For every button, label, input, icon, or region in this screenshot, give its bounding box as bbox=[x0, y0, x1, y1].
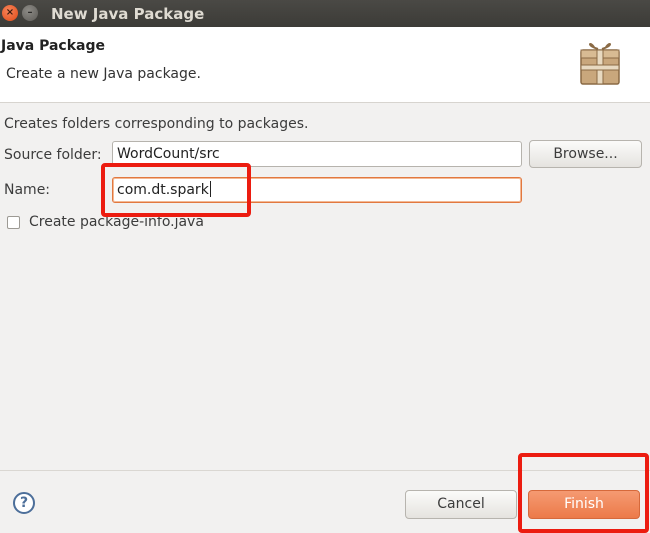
package-info-checkbox[interactable] bbox=[7, 216, 20, 229]
help-icon: ? bbox=[19, 495, 29, 511]
cancel-button[interactable]: Cancel bbox=[405, 490, 517, 519]
browse-button[interactable]: Browse... bbox=[529, 140, 642, 168]
page-description: Create a new Java package. bbox=[6, 66, 201, 82]
text-caret bbox=[209, 181, 211, 197]
finish-button[interactable]: Finish bbox=[528, 490, 640, 519]
source-folder-input[interactable] bbox=[112, 141, 522, 167]
package-icon bbox=[580, 42, 620, 85]
window-title: New Java Package bbox=[51, 5, 205, 23]
package-info-label: Create package-info.java bbox=[29, 214, 204, 230]
footer-divider bbox=[0, 470, 650, 471]
page-title: Java Package bbox=[1, 38, 106, 54]
wizard-header: Java Package Create a new Java package. bbox=[0, 27, 650, 103]
source-folder-label: Source folder: bbox=[4, 147, 102, 163]
help-button[interactable]: ? bbox=[13, 492, 35, 514]
close-window-button[interactable]: × bbox=[2, 5, 18, 21]
name-label: Name: bbox=[4, 182, 51, 198]
content-description: Creates folders corresponding to package… bbox=[4, 116, 309, 132]
minimize-icon: – bbox=[27, 7, 33, 18]
title-bar: × – New Java Package bbox=[0, 0, 650, 27]
close-icon: × bbox=[5, 7, 15, 18]
name-input[interactable]: com.dt.spark bbox=[112, 177, 522, 203]
name-input-value: com.dt.spark bbox=[117, 182, 209, 198]
minimize-window-button[interactable]: – bbox=[22, 5, 38, 21]
